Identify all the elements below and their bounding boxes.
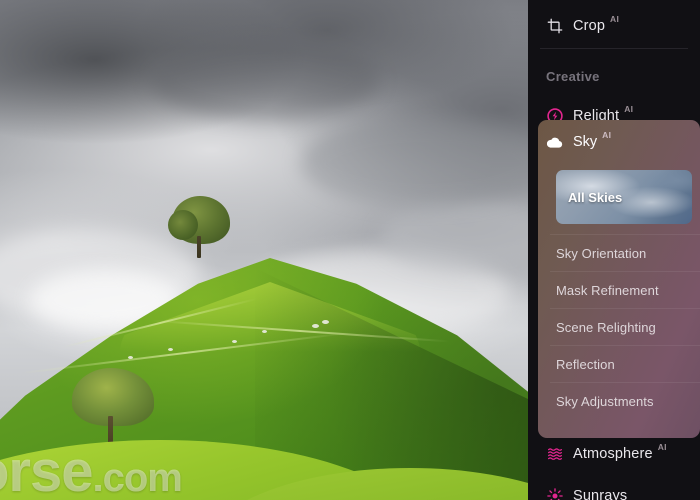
- ai-badge: AI: [657, 442, 667, 452]
- sheep: [312, 324, 319, 328]
- sunrays-icon: [546, 488, 563, 500]
- sheep: [262, 330, 267, 333]
- crop-icon: [546, 18, 563, 35]
- watermark-suffix: .com: [92, 456, 183, 500]
- tool-label: Crop: [573, 18, 606, 34]
- sky-preset-all-skies[interactable]: All Skies: [556, 170, 692, 224]
- stock-photo-watermark: orse.com: [0, 438, 183, 500]
- ai-badge: AI: [624, 104, 634, 114]
- image-canvas[interactable]: orse.com: [0, 0, 528, 500]
- tool-item-sunrays[interactable]: Sunrays: [528, 474, 700, 500]
- tool-label: Sunrays: [573, 488, 628, 500]
- ai-badge: AI: [610, 14, 620, 24]
- sky-subitem-reflection[interactable]: Reflection: [538, 346, 700, 382]
- hilltop-tree: [168, 196, 232, 258]
- sky-preset-label: All Skies: [568, 189, 623, 205]
- sky-subitem-sky-orientation[interactable]: Sky Orientation: [538, 235, 700, 271]
- sky-subitem-sky-adjustments[interactable]: Sky Adjustments: [538, 383, 700, 419]
- tool-label: Sky: [573, 134, 598, 150]
- tool-label: Atmosphere: [573, 446, 653, 462]
- cloud-wisp: [150, 40, 380, 120]
- sheep: [322, 320, 329, 324]
- sheep: [128, 356, 133, 359]
- atmosphere-waves-icon: [546, 446, 563, 463]
- sub-item-label: Sky Adjustments: [556, 393, 654, 409]
- sub-item-label: Scene Relighting: [556, 319, 656, 335]
- sub-item-label: Reflection: [556, 356, 615, 372]
- tool-item-sky[interactable]: Sky AI: [538, 120, 700, 164]
- tool-item-atmosphere[interactable]: Atmosphere AI: [528, 432, 700, 476]
- sub-item-label: Mask Refinement: [556, 282, 659, 298]
- ai-badge: AI: [602, 130, 612, 140]
- watermark-text: orse: [0, 439, 94, 500]
- sub-item-label: Sky Orientation: [556, 245, 647, 261]
- editing-tools-panel: Crop AI Creative Relight AI Sky AI All S…: [528, 0, 700, 500]
- sheep: [168, 348, 173, 351]
- sky-tool-expanded-panel: Sky AI All Skies Sky Orientation Mask Re…: [538, 120, 700, 438]
- sky-preset-wrap: All Skies: [538, 164, 700, 234]
- tool-item-crop[interactable]: Crop AI: [528, 4, 700, 48]
- sky-subitem-mask-refinement[interactable]: Mask Refinement: [538, 272, 700, 308]
- sky-subitem-scene-relighting[interactable]: Scene Relighting: [538, 309, 700, 345]
- cloud-icon: [546, 134, 563, 151]
- sheep: [232, 340, 237, 343]
- section-title-creative: Creative: [546, 69, 600, 84]
